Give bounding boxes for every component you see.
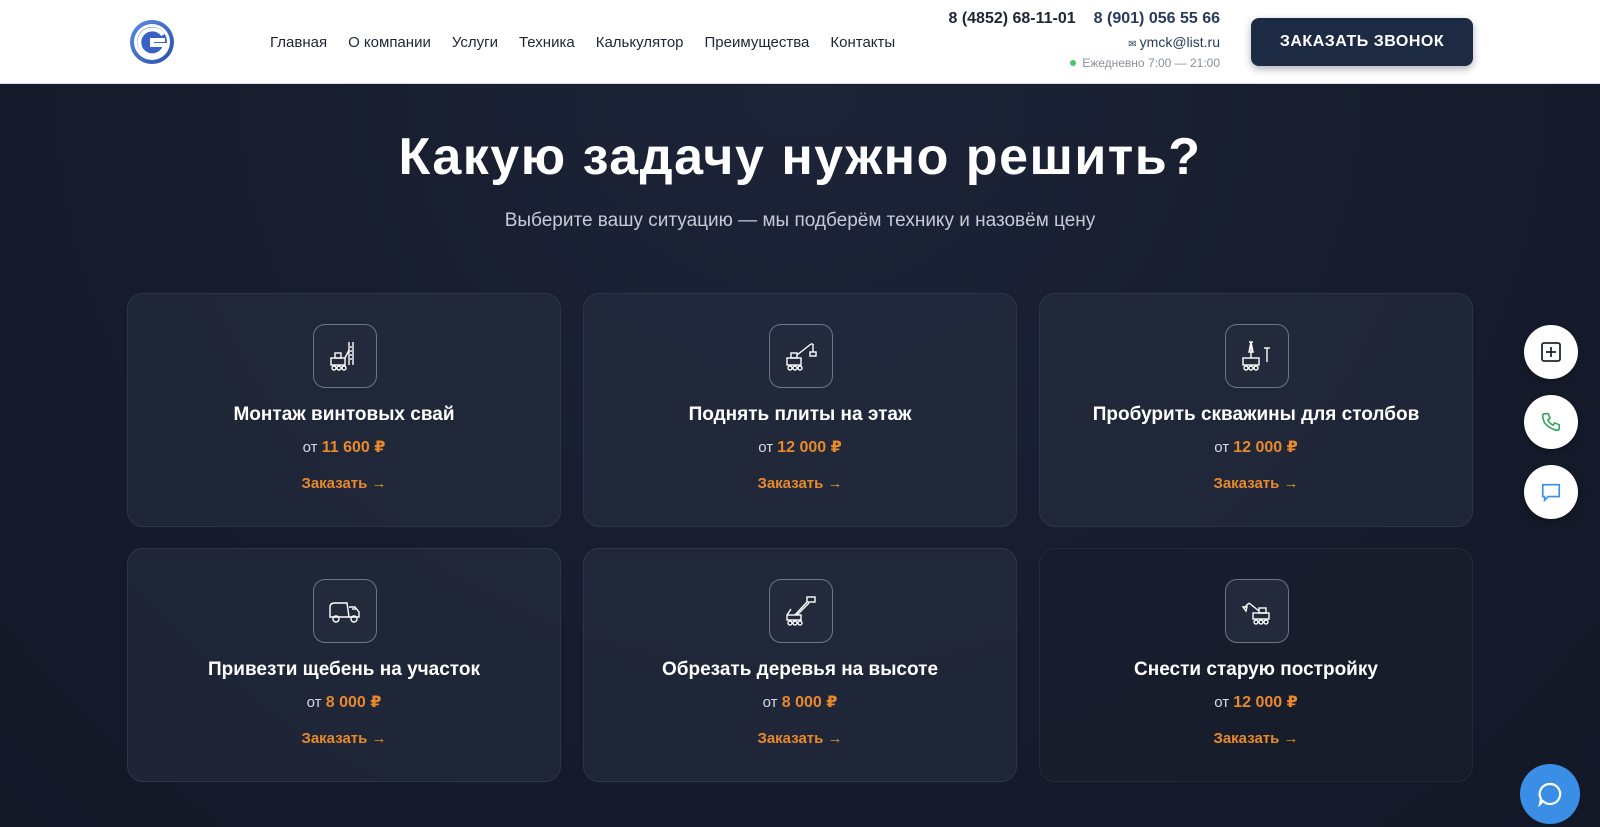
- aerial-lift-icon: [786, 596, 816, 626]
- service-card[interactable]: Поднять плиты на этаж от 12 000 ₽ Заказа…: [583, 293, 1017, 527]
- crane-icon: [786, 343, 817, 371]
- card-price: от 12 000 ₽: [1040, 692, 1472, 712]
- card-price: от 12 000 ₽: [584, 437, 1016, 457]
- message-fab-button[interactable]: [1524, 465, 1578, 519]
- service-card[interactable]: Снести старую постройку от 12 000 ₽ Зака…: [1039, 548, 1473, 782]
- task-section: Какую задачу нужно решить? Выберите вашу…: [0, 85, 1600, 827]
- header-contacts: 8 (4852) 68-11-01 8 (901) 056 55 66 ✉ ymc…: [948, 10, 1220, 70]
- calculator-fab-button[interactable]: [1524, 325, 1578, 379]
- email-link[interactable]: ymck@list.ru: [1140, 34, 1220, 50]
- card-title: Поднять плиты на этаж: [688, 404, 912, 425]
- envelope-icon: ✉: [1128, 39, 1137, 50]
- card-title: Обрезать деревья на высоте: [661, 659, 939, 680]
- nav-item-advantages[interactable]: Преимущества: [705, 34, 810, 51]
- price-amount: 8 000 ₽: [781, 694, 838, 711]
- price-amount: 12 000 ₽: [777, 439, 842, 456]
- card-price: от 8 000 ₽: [584, 692, 1016, 712]
- service-card[interactable]: Монтаж винтовых свай от 11 600 ₽ Заказат…: [127, 293, 561, 527]
- logo-icon: [130, 20, 174, 64]
- price-prefix: от: [306, 694, 322, 711]
- plus-square-icon: [1541, 342, 1561, 362]
- service-card[interactable]: Пробурить скважины для столбов от 12 000…: [1039, 293, 1473, 527]
- nav-item-home[interactable]: Главная: [270, 34, 327, 51]
- phone-link-2[interactable]: 8 (901) 056 55 66: [1094, 10, 1220, 28]
- dump-truck-icon: [329, 602, 360, 623]
- order-link[interactable]: Заказать →: [584, 730, 1016, 747]
- order-link[interactable]: Заказать →: [584, 475, 1016, 492]
- price-prefix: от: [758, 439, 774, 456]
- phone-link-1[interactable]: 8 (4852) 68-11-01: [948, 10, 1075, 28]
- status-dot-icon: [1070, 60, 1077, 66]
- card-price: от 11 600 ₽: [128, 437, 560, 457]
- price-prefix: от: [302, 439, 318, 456]
- working-hours: Ежедневно 7:00 — 21:00: [1082, 56, 1220, 70]
- nav-item-calculator[interactable]: Калькулятор: [596, 34, 684, 51]
- price-amount: 12 000 ₽: [1233, 439, 1298, 456]
- service-card[interactable]: Обрезать деревья на высоте от 8 000 ₽ За…: [583, 548, 1017, 782]
- card-title: Монтаж винтовых свай: [233, 404, 455, 425]
- price-prefix: от: [1214, 439, 1230, 456]
- excavator-icon: [1241, 602, 1270, 625]
- price-amount: 12 000 ₽: [1233, 694, 1298, 711]
- price-prefix: от: [762, 694, 778, 711]
- main-nav: Главная О компании Услуги Техника Кальку…: [270, 0, 916, 84]
- nav-item-equipment[interactable]: Техника: [519, 34, 575, 51]
- order-link[interactable]: Заказать →: [128, 475, 560, 492]
- call-fab-button[interactable]: [1524, 395, 1578, 449]
- card-title: Привезти щебень на участок: [208, 659, 480, 680]
- drill-rig-icon: [1242, 341, 1270, 371]
- card-price: от 12 000 ₽: [1040, 437, 1472, 457]
- site-header: Главная О компании Услуги Техника Кальку…: [0, 0, 1600, 84]
- price-amount: 11 600 ₽: [321, 439, 386, 456]
- price-prefix: от: [1214, 694, 1230, 711]
- chat-bubble-icon: [1538, 782, 1562, 808]
- pile-driver-icon: [330, 342, 354, 371]
- phone-icon: [1541, 412, 1561, 432]
- card-title: Пробурить скважины для столбов: [1092, 404, 1420, 425]
- card-price: от 8 000 ₽: [128, 692, 560, 712]
- price-amount: 8 000 ₽: [325, 694, 382, 711]
- order-call-button[interactable]: ЗАКАЗАТЬ ЗВОНОК: [1251, 18, 1473, 66]
- nav-item-contacts[interactable]: Контакты: [830, 34, 895, 51]
- section-subtitle: Выберите вашу ситуацию — мы подберём тех…: [504, 210, 1096, 231]
- card-title: Снести старую постройку: [1134, 659, 1378, 680]
- order-link[interactable]: Заказать →: [1040, 730, 1472, 747]
- logo[interactable]: [128, 18, 176, 66]
- chat-widget-button[interactable]: [1520, 764, 1580, 824]
- section-title: Какую задачу нужно решить?: [398, 128, 1202, 186]
- order-link[interactable]: Заказать →: [1040, 475, 1472, 492]
- order-link[interactable]: Заказать →: [128, 730, 560, 747]
- service-card[interactable]: Привезти щебень на участок от 8 000 ₽ За…: [127, 548, 561, 782]
- nav-item-services[interactable]: Услуги: [452, 34, 498, 51]
- message-square-icon: [1541, 483, 1561, 503]
- nav-item-about[interactable]: О компании: [348, 34, 431, 51]
